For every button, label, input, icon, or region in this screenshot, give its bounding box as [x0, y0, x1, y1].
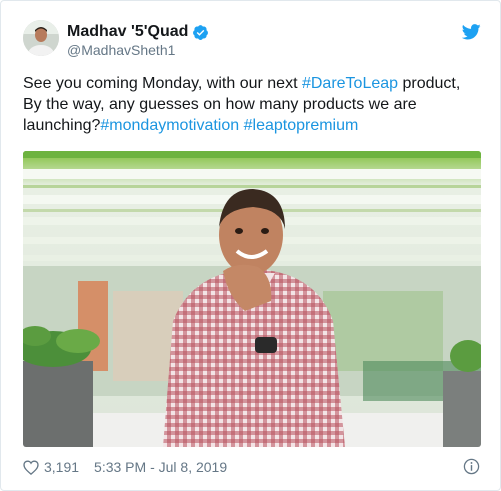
tweet-line-3: launching?#mondaymotivation #leaptopremi… — [23, 115, 485, 136]
tweet-card: Madhav '5'Quad @MadhavSheth1 See you com… — [0, 0, 501, 491]
tweet-text: See you coming Monday, with our next #Da… — [23, 73, 485, 136]
user-handle[interactable]: @MadhavSheth1 — [67, 41, 175, 59]
tweet-line-2: By the way, any guesses on how many prod… — [23, 96, 417, 113]
tweet-line-1: See you coming Monday, with our next #Da… — [23, 73, 485, 94]
avatar[interactable] — [23, 20, 59, 56]
hashtag-mondaymotivation[interactable]: #mondaymotivation — [100, 117, 239, 134]
tweet-text-segment: See you coming Monday, with our next — [23, 75, 302, 92]
author-name-row: Madhav '5'Quad — [67, 22, 209, 42]
info-icon[interactable] — [463, 458, 480, 475]
avatar-photo — [23, 20, 59, 56]
tweet-timestamp[interactable]: 5:33 PM - Jul 8, 2019 — [94, 459, 227, 475]
tweet-photo[interactable] — [23, 151, 481, 447]
heart-icon[interactable] — [23, 459, 39, 475]
verified-badge-icon — [193, 24, 209, 40]
photo-illustration — [23, 151, 481, 447]
tweet-footer: 3,191 5:33 PM - Jul 8, 2019 — [23, 458, 227, 476]
tweet-text-segment: product, — [398, 75, 461, 92]
display-name[interactable]: Madhav '5'Quad — [67, 22, 188, 42]
like-count[interactable]: 3,191 — [44, 459, 79, 475]
hashtag-daretoleap[interactable]: #DareToLeap — [302, 75, 398, 92]
twitter-bird-icon[interactable] — [462, 24, 481, 40]
tweet-text-segment: launching? — [23, 117, 101, 134]
hashtag-leaptopremium[interactable]: #leaptopremium — [244, 117, 359, 134]
